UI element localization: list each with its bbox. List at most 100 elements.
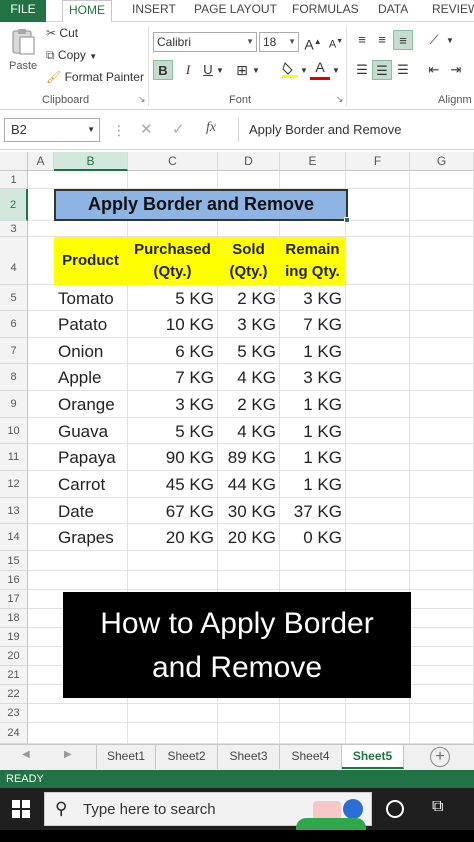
chevron-down-icon[interactable]: ▼ [216,66,224,75]
quantity-cell[interactable]: 0 KG [280,524,346,551]
select-all-corner[interactable] [0,152,28,171]
align-right-icon[interactable]: ☰ [393,60,413,80]
chevron-down-icon[interactable]: ▼ [446,36,454,45]
tab-file[interactable]: FILE [0,0,46,22]
quantity-cell[interactable]: 67 KG [128,498,218,524]
tab-home[interactable]: HOME [62,0,112,23]
table-header-cell[interactable]: Purchased (Qty.) [128,237,217,285]
scroll-left-icon[interactable]: ◀ [22,749,30,760]
row-header-16[interactable]: 16 [0,571,28,590]
column-header-a[interactable]: A [28,152,54,171]
column-header-f[interactable]: F [346,152,410,171]
product-cell[interactable]: Carrot [54,471,128,498]
row-header-6[interactable]: 6 [0,311,28,338]
product-cell[interactable]: Tomato [54,285,128,311]
quantity-cell[interactable]: 37 KG [280,498,346,524]
quantity-cell[interactable]: 2 KG [218,391,280,418]
tab-data[interactable]: DATA [378,0,408,22]
scroll-right-icon[interactable]: ▶ [64,749,72,760]
column-header-b[interactable]: B [54,152,128,171]
row-header-22[interactable]: 22 [0,685,28,704]
dialog-launcher-icon[interactable]: ↘ [138,94,146,105]
table-header-cell[interactable]: Remain ing Qty. [280,237,345,285]
dialog-launcher-icon[interactable]: ↘ [336,94,344,105]
cancel-icon[interactable]: ✕ [140,120,153,138]
cut-button[interactable]: ✂ Cut [46,26,78,40]
row-header-13[interactable]: 13 [0,498,28,524]
row-header-20[interactable]: 20 [0,647,28,666]
row-header-21[interactable]: 21 [0,666,28,685]
increase-indent-icon[interactable]: ⇥ [446,60,466,80]
copy-button[interactable]: ⧉ Copy ▼ [46,48,97,63]
grow-font-button[interactable]: A▲ [303,32,323,53]
row-header-1[interactable]: 1 [0,171,28,189]
sheet-tab-sheet1[interactable]: Sheet1 [96,745,156,769]
product-cell[interactable]: Guava [54,418,128,444]
row-header-8[interactable]: 8 [0,364,28,391]
row-header-5[interactable]: 5 [0,285,28,311]
font-name-box[interactable]: Calibri ▼ [153,32,257,52]
tab-insert[interactable]: INSERT [132,0,176,22]
quantity-cell[interactable]: 1 KG [280,471,346,498]
table-header-cell[interactable]: Sold (Qty.) [218,237,279,285]
align-center-icon[interactable]: ☰ [372,60,392,80]
quantity-cell[interactable]: 7 KG [128,364,218,391]
row-header-18[interactable]: 18 [0,609,28,628]
borders-icon[interactable]: ⊞ [232,60,252,80]
quantity-cell[interactable]: 3 KG [218,311,280,338]
sheet-tab-sheet3[interactable]: Sheet3 [218,745,280,769]
quantity-cell[interactable]: 7 KG [280,311,346,338]
column-header-c[interactable]: C [128,152,218,171]
paste-button[interactable]: Paste [9,60,37,72]
quantity-cell[interactable]: 5 KG [128,418,218,444]
product-cell[interactable]: Apple [54,364,128,391]
chevron-down-icon[interactable]: ▼ [87,119,95,141]
fill-handle[interactable] [344,217,350,223]
row-header-4[interactable]: 4 [0,237,28,285]
quantity-cell[interactable]: 3 KG [128,391,218,418]
row-header-12[interactable]: 12 [0,471,28,498]
row-header-7[interactable]: 7 [0,338,28,364]
column-header-d[interactable]: D [218,152,280,171]
row-header-3[interactable]: 3 [0,221,28,237]
quantity-cell[interactable]: 1 KG [280,391,346,418]
quantity-cell[interactable]: 30 KG [218,498,280,524]
enter-icon[interactable]: ✓ [172,120,185,138]
align-middle-icon[interactable]: ≡ [372,30,392,50]
sheet-tab-sheet5[interactable]: Sheet5 [342,745,404,769]
quantity-cell[interactable]: 10 KG [128,311,218,338]
row-header-14[interactable]: 14 [0,524,28,551]
column-header-g[interactable]: G [410,152,474,171]
decrease-indent-icon[interactable]: ⇤ [424,60,444,80]
row-header-9[interactable]: 9 [0,391,28,418]
quantity-cell[interactable]: 4 KG [218,364,280,391]
chevron-down-icon[interactable]: ▼ [252,66,260,75]
bold-button[interactable]: B [153,60,173,80]
quantity-cell[interactable]: 20 KG [128,524,218,551]
row-header-10[interactable]: 10 [0,418,28,444]
quantity-cell[interactable]: 4 KG [218,418,280,444]
sheet-tab-sheet2[interactable]: Sheet2 [156,745,218,769]
cortana-icon[interactable] [386,800,404,818]
title-cell[interactable]: Apply Border and Remove [54,189,348,221]
quantity-cell[interactable]: 2 KG [218,285,280,311]
row-header-19[interactable]: 19 [0,628,28,647]
windows-start-icon[interactable] [12,800,30,818]
align-left-icon[interactable]: ☰ [352,60,372,80]
underline-button[interactable]: U [198,60,218,80]
row-header-11[interactable]: 11 [0,444,28,471]
product-cell[interactable]: Date [54,498,128,524]
chevron-down-icon[interactable]: ▼ [246,33,254,51]
row-header-24[interactable]: 24 [0,723,28,744]
add-sheet-icon[interactable]: + [430,747,450,767]
quantity-cell[interactable]: 1 KG [280,338,346,364]
spreadsheet-grid[interactable]: ABCDEFG 1 2 3 4 5 6 7 8 9 10 11 12 13 14 15 16 17 18 19 20 2… [0,152,474,744]
row-header-17[interactable]: 17 [0,590,28,609]
quantity-cell[interactable]: 20 KG [218,524,280,551]
chevron-down-icon[interactable]: ▼ [288,33,296,51]
fill-color-button[interactable] [280,59,300,79]
font-size-box[interactable]: 18 ▼ [259,32,299,52]
quantity-cell[interactable]: 89 KG [218,444,280,471]
quantity-cell[interactable]: 45 KG [128,471,218,498]
shrink-font-button[interactable]: A▼ [326,32,346,52]
